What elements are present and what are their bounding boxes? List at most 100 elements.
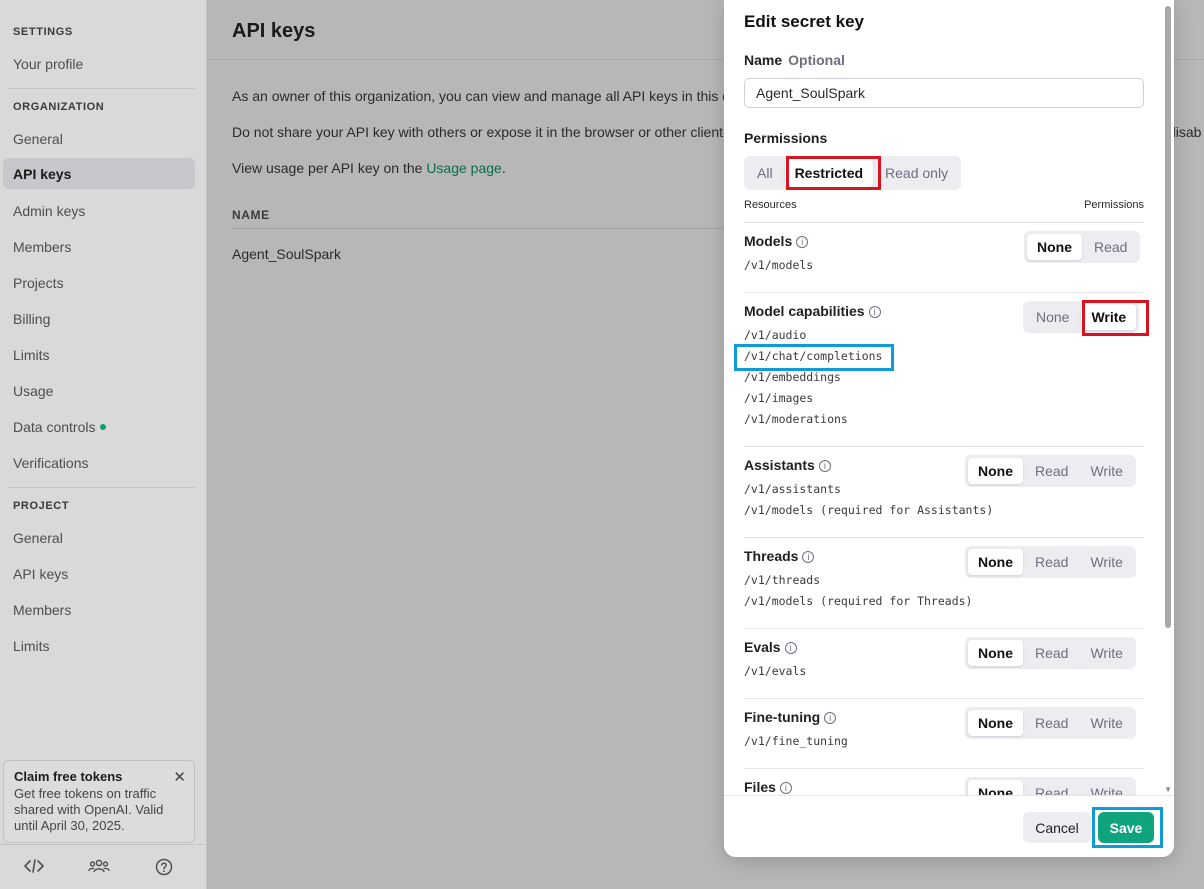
resource-path: /v1/threads xyxy=(744,573,821,587)
project-section-header: PROJECT xyxy=(13,500,70,512)
highlight-chat-completions xyxy=(734,344,894,371)
evals-read-option[interactable]: Read xyxy=(1025,640,1078,666)
sidebar-item-billing[interactable]: Billing xyxy=(13,311,50,327)
resource-threads-label: Threads xyxy=(744,548,799,564)
status-dot xyxy=(100,424,107,431)
intro-text: As an owner of this organization, you ca… xyxy=(232,88,735,104)
fine-tuning-read-option[interactable]: Read xyxy=(1025,710,1078,736)
resource-models-label: Models xyxy=(744,233,793,249)
sidebar-item-your-profile[interactable]: Your profile xyxy=(13,56,83,72)
name-label-text: Name xyxy=(744,52,783,68)
sidebar-item-verifications[interactable]: Verifications xyxy=(13,455,88,471)
threads-write-option[interactable]: Write xyxy=(1080,549,1132,575)
highlight-write xyxy=(1082,300,1149,336)
sidebar-item-org-members[interactable]: Members xyxy=(13,239,71,255)
sidebar-item-usage[interactable]: Usage xyxy=(13,383,53,399)
info-icon[interactable]: i xyxy=(818,460,831,472)
assistants-read-option[interactable]: Read xyxy=(1025,458,1078,484)
resource-path: /v1/models (required for Assistants) xyxy=(744,503,994,517)
name-input[interactable] xyxy=(744,78,1144,108)
files-read-option[interactable]: Read xyxy=(1025,780,1078,795)
evals-permission-toggle: None Read Write xyxy=(965,637,1136,669)
promo-text: Get free tokens on traffic shared with O… xyxy=(14,786,164,833)
sidebar-footer xyxy=(0,844,207,889)
divider xyxy=(744,292,1144,293)
sidebar-item-org-limits[interactable]: Limits xyxy=(13,347,50,363)
sidebar-item-project-limits[interactable]: Limits xyxy=(13,638,50,654)
table-row-key-name: Agent_SoulSpark xyxy=(232,246,341,262)
info-icon[interactable]: i xyxy=(784,642,797,654)
resource-assistants-label: Assistants xyxy=(744,457,815,473)
divider xyxy=(744,768,1144,769)
sidebar-item-projects[interactable]: Projects xyxy=(13,275,64,291)
modal-title: Edit secret key xyxy=(744,12,865,31)
fine-tuning-none-option[interactable]: None xyxy=(968,710,1023,736)
sidebar-item-project-api-keys[interactable]: API keys xyxy=(13,566,68,582)
info-icon[interactable]: i xyxy=(802,551,815,563)
divider xyxy=(744,537,1144,538)
promo-title: Claim free tokens xyxy=(14,769,123,784)
modal-scroll-area[interactable]: Edit secret key Name Optional Permissions… xyxy=(724,0,1174,795)
resource-evals: Evals i xyxy=(744,639,797,655)
info-icon[interactable]: i xyxy=(868,306,881,318)
resource-path: /v1/fine_tuning xyxy=(744,734,848,748)
page-title: API keys xyxy=(232,20,316,42)
fine-tuning-write-option[interactable]: Write xyxy=(1080,710,1132,736)
fine-tuning-permission-toggle: None Read Write xyxy=(965,707,1136,739)
files-none-option[interactable]: None xyxy=(968,780,1023,795)
sidebar-item-org-general[interactable]: General xyxy=(13,131,63,147)
team-icon[interactable] xyxy=(88,858,110,877)
edit-secret-key-modal: Edit secret key Name Optional Permissions… xyxy=(724,0,1174,857)
resources-column-header: Resources xyxy=(744,199,797,211)
files-write-option[interactable]: Write xyxy=(1080,780,1132,795)
sidebar-item-data-controls[interactable]: Data controls xyxy=(13,419,107,435)
permissions-label: Permissions xyxy=(744,130,828,146)
info-icon[interactable]: i xyxy=(779,782,792,794)
assistants-write-option[interactable]: Write xyxy=(1080,458,1132,484)
help-icon[interactable] xyxy=(155,858,173,879)
resource-path: /v1/audio xyxy=(744,328,807,342)
resource-files-label: Files xyxy=(744,779,776,795)
threads-read-option[interactable]: Read xyxy=(1025,549,1078,575)
code-icon[interactable] xyxy=(24,858,44,877)
scrollbar-thumb[interactable] xyxy=(1165,6,1171,628)
usage-text: View usage per API key on the Usage page… xyxy=(232,160,506,176)
resource-path: /v1/models xyxy=(744,258,814,272)
usage-page-link[interactable]: Usage page xyxy=(426,160,502,176)
resource-evals-label: Evals xyxy=(744,639,781,655)
evals-none-option[interactable]: None xyxy=(968,640,1023,666)
resource-path: /v1/embeddings xyxy=(744,370,841,384)
sidebar-item-project-general[interactable]: General xyxy=(13,530,63,546)
cancel-button[interactable]: Cancel xyxy=(1023,812,1091,843)
highlight-restricted xyxy=(786,156,881,190)
close-icon[interactable]: ✕ xyxy=(173,768,186,786)
permission-read-only-option[interactable]: Read only xyxy=(875,159,958,187)
resource-model-capabilities-label: Model capabilities xyxy=(744,303,865,319)
usage-text-prefix: View usage per API key on the xyxy=(232,160,427,176)
files-permission-toggle: None Read Write xyxy=(965,777,1136,795)
info-icon[interactable]: i xyxy=(796,236,809,248)
sidebar-item-org-api-keys-label: API keys xyxy=(13,166,72,182)
name-column-header: NAME xyxy=(232,208,270,222)
sidebar-item-admin-keys[interactable]: Admin keys xyxy=(13,203,85,219)
assistants-none-option[interactable]: None xyxy=(968,458,1023,484)
warning-text: Do not share your API key with others or… xyxy=(232,124,728,140)
evals-write-option[interactable]: Write xyxy=(1080,640,1132,666)
sidebar-item-project-members[interactable]: Members xyxy=(13,602,71,618)
divider xyxy=(744,698,1144,699)
scroll-down-arrow-icon[interactable]: ▼ xyxy=(1164,785,1172,794)
assistants-permission-toggle: None Read Write xyxy=(965,455,1136,487)
sidebar-divider xyxy=(8,88,195,89)
sidebar: SETTINGS Your profile ORGANIZATION Gener… xyxy=(0,0,207,889)
threads-none-option[interactable]: None xyxy=(968,549,1023,575)
permissions-column-header: Permissions xyxy=(1084,199,1144,211)
model-capabilities-none-option[interactable]: None xyxy=(1026,304,1079,330)
models-read-option[interactable]: Read xyxy=(1084,234,1137,260)
info-icon[interactable]: i xyxy=(824,712,837,724)
resource-files: Files i xyxy=(744,779,792,795)
permission-all-option[interactable]: All xyxy=(747,159,783,187)
resource-path: /v1/models (required for Threads) xyxy=(744,594,973,608)
resource-fine-tuning: Fine-tuning i xyxy=(744,709,837,725)
models-none-option[interactable]: None xyxy=(1027,234,1082,260)
resource-fine-tuning-label: Fine-tuning xyxy=(744,709,821,725)
